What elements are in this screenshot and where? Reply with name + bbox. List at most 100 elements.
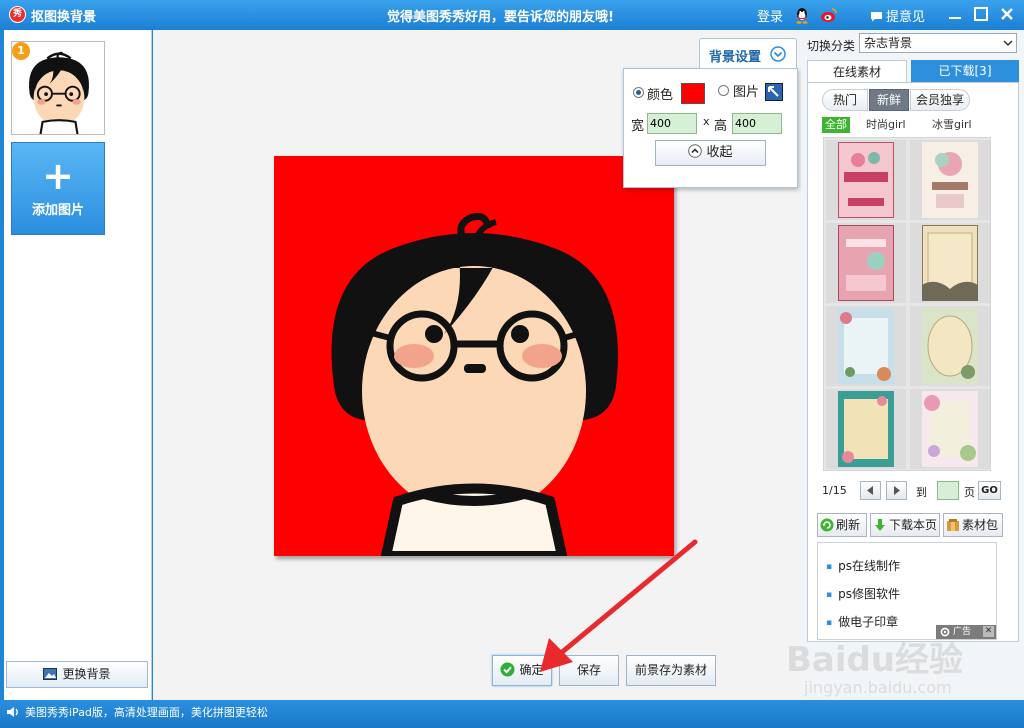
vintage-frame-thumbnail — [922, 225, 978, 301]
refresh-button[interactable]: 刷新 — [817, 513, 867, 537]
teal-frame-thumbnail — [838, 391, 894, 467]
editor-canvas-area: 背景设置 颜色 图片 宽 x 高 收起 确定 保存 前景存为素材 — [153, 30, 801, 700]
close-icon[interactable] — [998, 5, 1016, 23]
feedback-link[interactable]: 提意见 — [870, 6, 925, 25]
page-to-label: 到 — [916, 486, 927, 499]
category-value: 杂志背景 — [864, 36, 913, 50]
feedback-label: 提意见 — [886, 10, 926, 25]
color-label: 颜色 — [647, 88, 674, 103]
material-tile[interactable] — [826, 223, 906, 303]
ad-box: ps在线制作 ps修图软件 做电子印章 广告 ✕ — [817, 542, 997, 640]
material-tile[interactable] — [910, 306, 990, 386]
ad-link[interactable]: ps修图软件 — [826, 585, 900, 602]
triangle-right-icon — [894, 486, 900, 495]
filter-ice-girl[interactable]: 冰雪girl — [932, 117, 972, 133]
filter-all[interactable]: 全部 — [822, 117, 850, 133]
material-pack-button[interactable]: 素材包 — [943, 513, 1003, 537]
gear-icon[interactable] — [940, 627, 950, 637]
go-button[interactable]: GO — [978, 481, 1001, 500]
material-tile[interactable] — [826, 140, 906, 220]
refresh-icon — [820, 518, 834, 532]
status-bar: 美图秀秀iPad版，高清处理画面，美化拼图更轻松 — [0, 700, 1024, 728]
material-panel-container: 切换分类 杂志背景 在线素材 已下载[3] 热门 新鲜 会员独享 全部 时尚gi… — [801, 30, 1024, 700]
image-thumbnail[interactable]: 1 — [11, 41, 105, 135]
ad-tag: 广告 ✕ — [936, 625, 996, 639]
slogan-text: 觉得美图秀秀好用，要告诉您的朋友哦! — [387, 10, 614, 25]
color-radio[interactable] — [633, 87, 644, 98]
thumbnail-index-badge: 1 — [12, 42, 30, 60]
page-number-input[interactable] — [937, 481, 959, 500]
width-label: 宽 — [631, 119, 645, 134]
tab-online-materials[interactable]: 在线素材 — [807, 60, 907, 82]
chevron-down-circle-icon[interactable] — [770, 46, 786, 62]
download-arrow-icon — [875, 519, 885, 531]
next-page-button[interactable] — [886, 481, 907, 500]
tab-downloaded[interactable]: 已下载[3] — [911, 60, 1019, 82]
maximize-icon[interactable] — [972, 5, 990, 23]
save-button[interactable]: 保存 — [559, 655, 619, 686]
times-sign: x — [703, 115, 710, 128]
qq-icon[interactable] — [794, 6, 810, 24]
material-tile[interactable] — [910, 389, 990, 469]
app-logo-icon: 秀 — [9, 6, 26, 23]
pagination: 1/15 到 页 GO — [822, 481, 1002, 501]
material-tile[interactable] — [910, 140, 990, 220]
ice-cream-card-thumbnail — [922, 142, 978, 218]
picture-label: 图片 — [733, 85, 760, 100]
material-tile[interactable] — [826, 306, 906, 386]
add-image-button[interactable]: + 添加图片 — [11, 142, 105, 235]
height-label: 高 — [714, 119, 728, 134]
speech-bubble-icon — [871, 12, 882, 22]
confirm-button[interactable]: 确定 — [492, 655, 552, 686]
picture-picker-icon[interactable] — [765, 83, 783, 101]
ad-link[interactable]: ps在线制作 — [826, 557, 900, 574]
chevron-up-circle-icon — [688, 144, 703, 158]
app-title: 抠图换背景 — [31, 10, 97, 25]
material-thumbnail-grid — [823, 137, 991, 471]
background-settings-panel: 颜色 图片 宽 x 高 收起 — [623, 68, 798, 188]
subtab-vip[interactable]: 会员独享 — [910, 89, 970, 111]
ad-close-icon[interactable]: ✕ — [983, 626, 994, 637]
height-input[interactable] — [732, 113, 782, 134]
chevron-down-icon — [1003, 40, 1013, 47]
color-swatch[interactable] — [681, 83, 705, 104]
download-page-button[interactable]: 下载本页 — [870, 513, 940, 537]
page-indicator: 1/15 — [822, 484, 847, 497]
add-image-label: 添加图片 — [31, 203, 84, 218]
switch-category-label: 切换分类 — [807, 39, 856, 53]
triangle-left-icon — [867, 486, 873, 495]
login-link[interactable]: 登录 — [757, 6, 783, 25]
background-settings-tab[interactable]: 背景设置 — [699, 38, 797, 68]
subtab-new[interactable]: 新鲜 — [869, 89, 909, 111]
floral-frame-thumbnail — [838, 308, 894, 384]
width-input[interactable] — [647, 113, 697, 134]
ad-link[interactable]: 做电子印章 — [826, 613, 898, 630]
collapse-button[interactable]: 收起 — [655, 140, 766, 166]
material-tile[interactable] — [826, 389, 906, 469]
subtab-hot[interactable]: 热门 — [822, 89, 868, 111]
check-circle-icon — [500, 662, 515, 677]
material-tile[interactable] — [910, 223, 990, 303]
oval-frame-thumbnail — [922, 308, 978, 384]
delicious-poster-thumbnail — [838, 225, 894, 301]
collapse-label: 收起 — [706, 145, 733, 160]
weibo-icon[interactable] — [820, 7, 838, 23]
picture-radio[interactable] — [718, 85, 729, 96]
status-text: 美图秀秀iPad版，高清处理画面，美化拼图更轻松 — [25, 706, 268, 719]
prev-page-button[interactable] — [860, 481, 881, 500]
save-foreground-as-material-button[interactable]: 前景存为素材 — [626, 655, 716, 686]
change-background-button[interactable]: 更换背景 — [6, 661, 148, 688]
ad-tag-label: 广告 — [953, 627, 972, 637]
refresh-label: 刷新 — [836, 518, 861, 532]
minimize-icon[interactable] — [946, 5, 964, 23]
category-select[interactable]: 杂志背景 — [859, 33, 1017, 53]
ice-cream-poster-thumbnail — [838, 142, 894, 218]
flower-border-thumbnail — [922, 391, 978, 467]
background-settings-label: 背景设置 — [709, 50, 762, 65]
preview-canvas[interactable] — [274, 156, 674, 556]
filter-fashion-girl[interactable]: 时尚girl — [866, 117, 906, 133]
package-icon — [947, 519, 959, 531]
speaker-icon — [7, 707, 18, 717]
online-materials-panel: 热门 新鲜 会员独享 全部 时尚girl 冰雪girl 1/15 到 页 GO … — [807, 82, 1019, 642]
image-list-panel: 1 + 添加图片 更换背景 — [4, 30, 152, 700]
